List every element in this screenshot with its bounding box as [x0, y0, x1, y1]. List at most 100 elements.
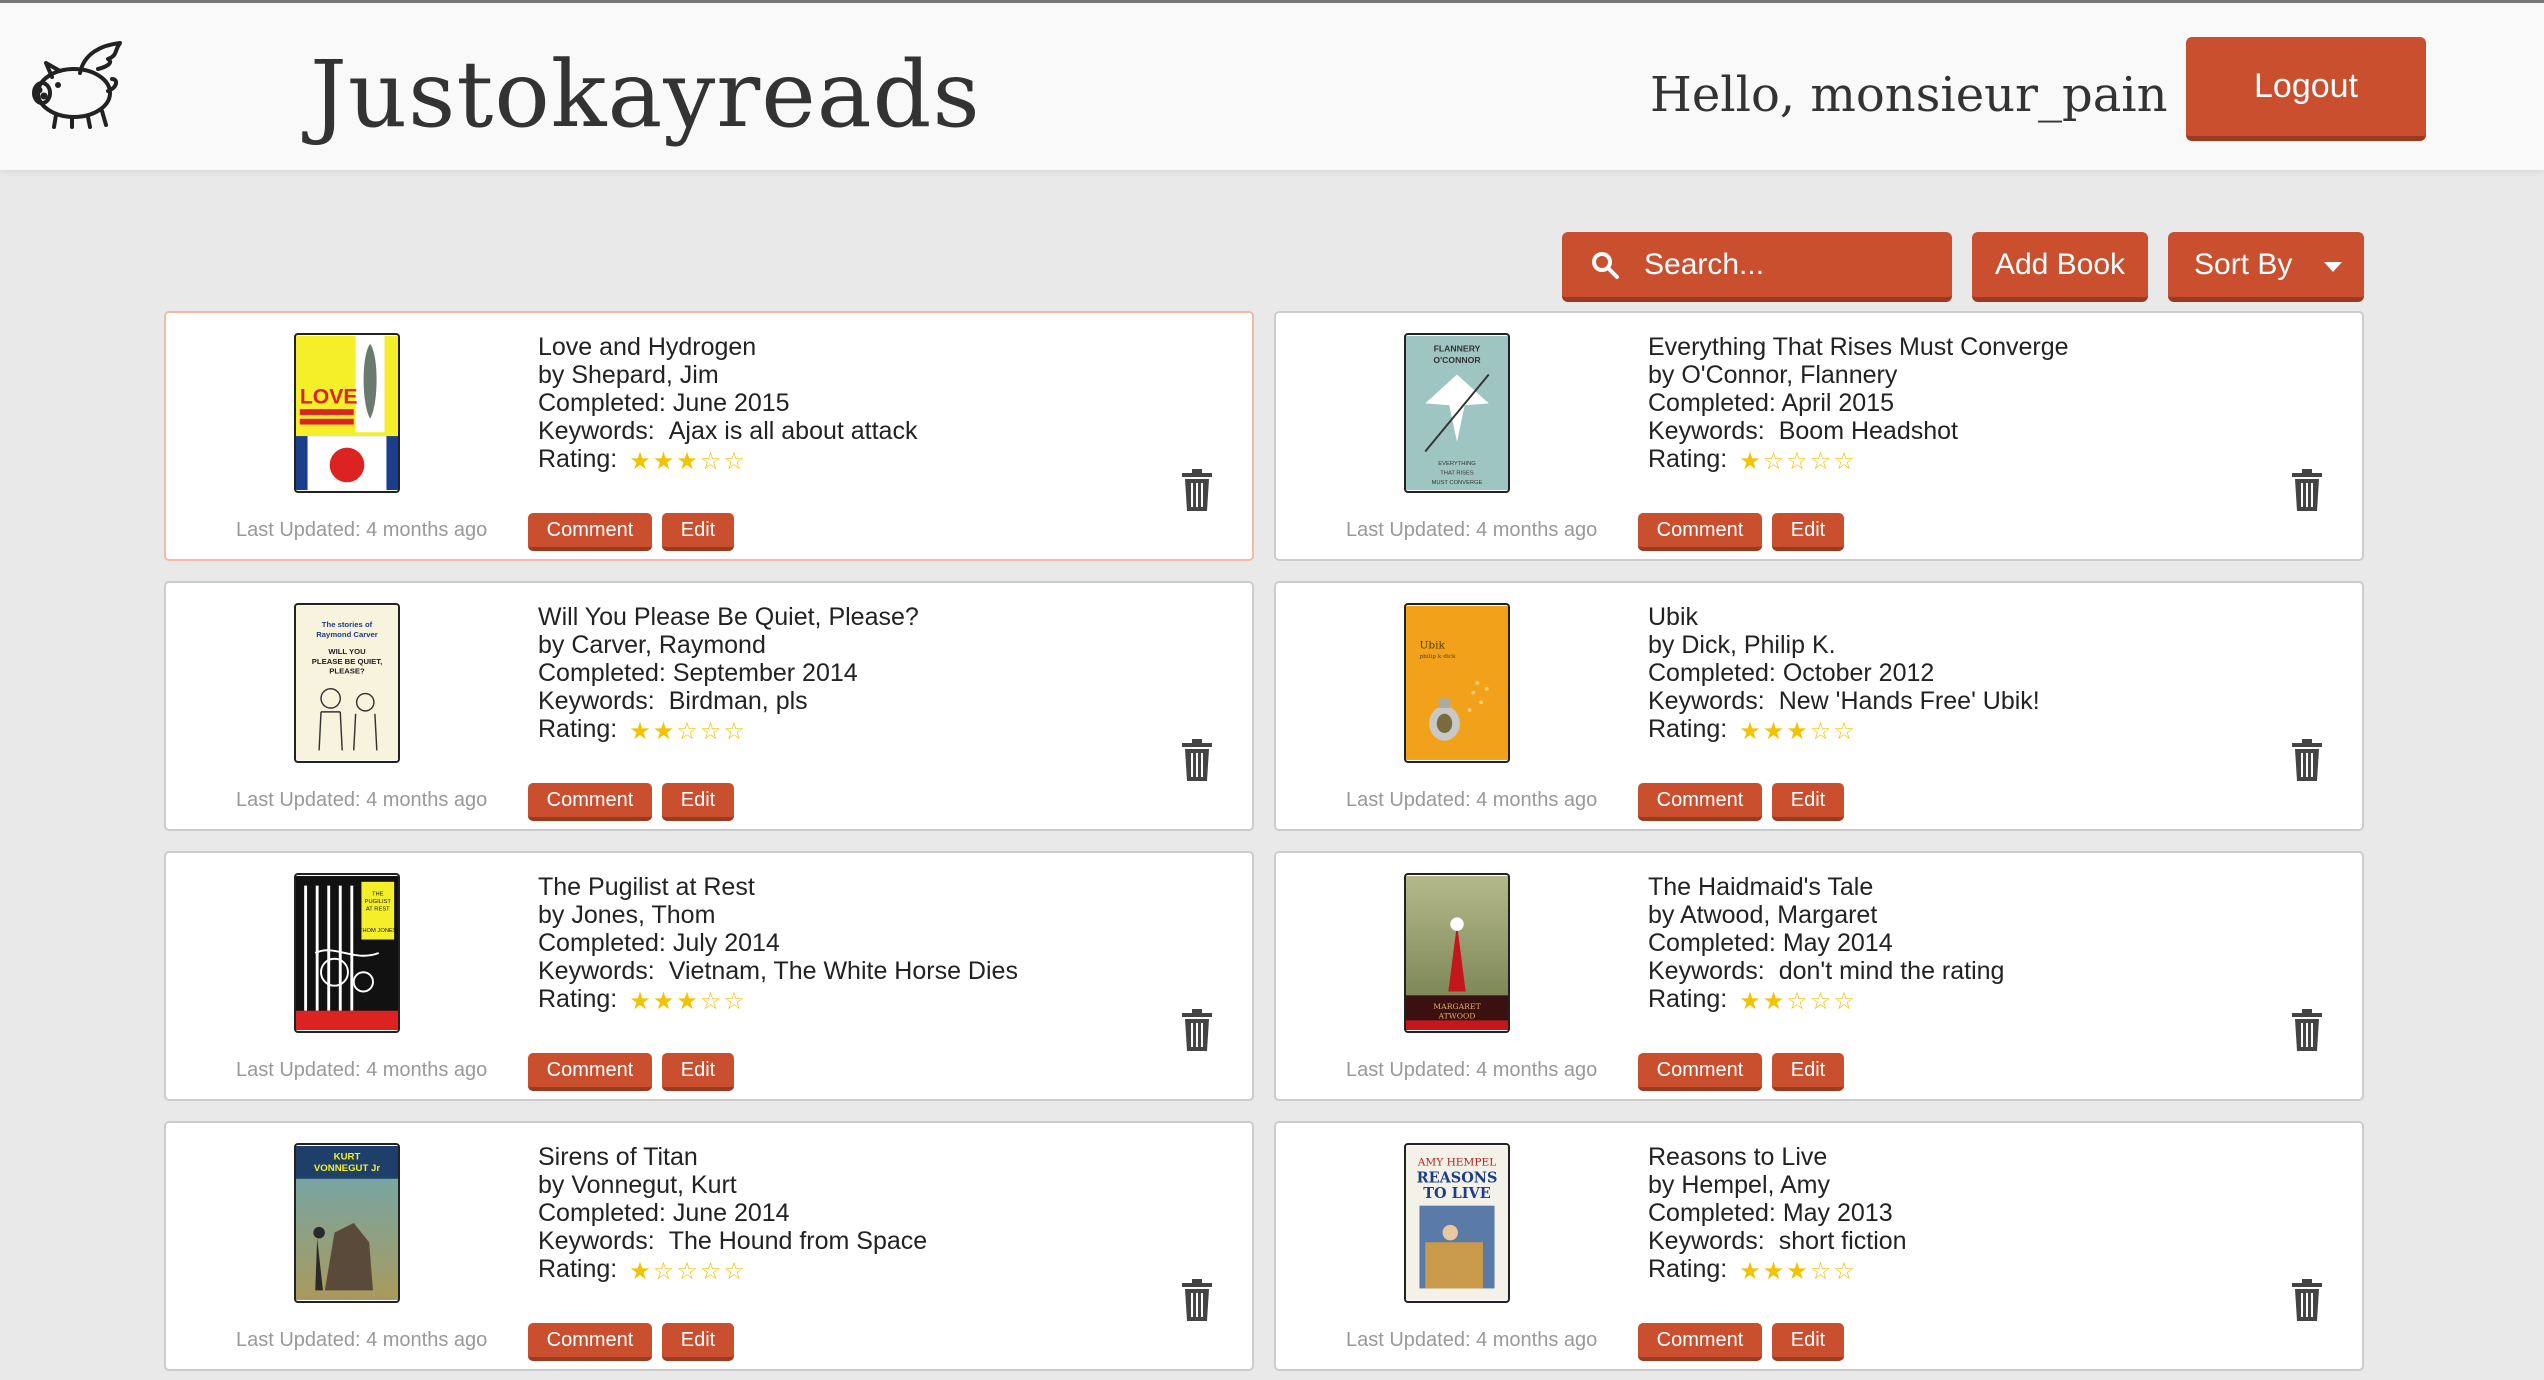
book-cover-image[interactable]: THE PUGILIST AT REST THOM JONES — [294, 873, 400, 1033]
comment-button[interactable]: Comment — [1638, 513, 1762, 551]
book-cover-image[interactable]: AMY HEMPEL REASONS TO LIVE — [1404, 1143, 1510, 1303]
star-filled-icon[interactable]: ★ — [629, 718, 653, 745]
rating-stars[interactable]: ★★★☆☆ — [629, 447, 747, 476]
comment-button[interactable]: Comment — [528, 513, 652, 551]
book-cover-image[interactable]: KURT VONNEGUT Jr — [294, 1143, 400, 1303]
trash-icon[interactable] — [1180, 739, 1214, 781]
trash-icon[interactable] — [2290, 1279, 2324, 1321]
star-empty-icon[interactable]: ☆ — [700, 718, 724, 745]
star-empty-icon[interactable]: ☆ — [700, 448, 724, 475]
comment-button[interactable]: Comment — [528, 1053, 652, 1091]
book-rating: Rating: ★☆☆☆☆ — [1648, 445, 1857, 476]
sort-by-dropdown[interactable]: Sort By — [2168, 232, 2364, 302]
book-cover-image[interactable]: MARGARET ATWOOD — [1404, 873, 1510, 1033]
trash-icon[interactable] — [2290, 1009, 2324, 1051]
edit-button[interactable]: Edit — [1772, 513, 1844, 551]
star-empty-icon[interactable]: ☆ — [1810, 448, 1834, 475]
star-filled-icon[interactable]: ★ — [1739, 988, 1763, 1015]
star-empty-icon[interactable]: ☆ — [1833, 448, 1857, 475]
book-cover-image[interactable]: The stories of Raymond Carver WILL YOU PLEA… — [294, 603, 400, 763]
star-filled-icon[interactable]: ★ — [629, 448, 653, 475]
book-cover-image[interactable]: Ubik philip k dick — [1404, 603, 1510, 763]
svg-text:THE: THE — [372, 891, 384, 897]
trash-icon[interactable] — [2290, 469, 2324, 511]
edit-button[interactable]: Edit — [1772, 1323, 1844, 1361]
star-empty-icon[interactable]: ☆ — [723, 718, 747, 745]
star-empty-icon[interactable]: ☆ — [1810, 1258, 1834, 1285]
star-filled-icon[interactable]: ★ — [1739, 1258, 1763, 1285]
star-empty-icon[interactable]: ☆ — [1763, 448, 1787, 475]
star-empty-icon[interactable]: ☆ — [1786, 448, 1810, 475]
rating-stars[interactable]: ★☆☆☆☆ — [1739, 447, 1857, 476]
book-card[interactable]: THE PUGILIST AT REST THOM JONES The Pugilis… — [164, 851, 1254, 1101]
trash-icon[interactable] — [2290, 739, 2324, 781]
star-filled-icon[interactable]: ★ — [653, 718, 677, 745]
star-filled-icon[interactable]: ★ — [1763, 988, 1787, 1015]
star-filled-icon[interactable]: ★ — [1763, 1258, 1787, 1285]
search-bar[interactable] — [1562, 232, 1952, 302]
book-info: The Haidmaid's Tale by Atwood, Margaret … — [1648, 873, 2004, 1016]
star-empty-icon[interactable]: ☆ — [700, 988, 724, 1015]
star-filled-icon[interactable]: ★ — [1786, 718, 1810, 745]
svg-text:The stories of: The stories of — [322, 620, 373, 629]
book-card[interactable]: LOVE Love and Hydrogen by Shepard, Jim C… — [164, 311, 1254, 561]
comment-button[interactable]: Comment — [528, 1323, 652, 1361]
rating-stars[interactable]: ★★★☆☆ — [1739, 1257, 1857, 1286]
rating-stars[interactable]: ★★★☆☆ — [629, 987, 747, 1016]
star-empty-icon[interactable]: ☆ — [1810, 988, 1834, 1015]
trash-icon[interactable] — [1180, 1279, 1214, 1321]
rating-stars[interactable]: ★☆☆☆☆ — [629, 1257, 747, 1286]
book-card[interactable]: KURT VONNEGUT Jr Sirens of Titan by Vonne… — [164, 1121, 1254, 1371]
app-title[interactable]: Justokayreads — [310, 41, 981, 148]
rating-stars[interactable]: ★★☆☆☆ — [629, 717, 747, 746]
star-empty-icon[interactable]: ☆ — [676, 1258, 700, 1285]
comment-button[interactable]: Comment — [1638, 1053, 1762, 1091]
star-filled-icon[interactable]: ★ — [676, 448, 700, 475]
comment-button[interactable]: Comment — [1638, 1323, 1762, 1361]
star-filled-icon[interactable]: ★ — [653, 448, 677, 475]
trash-icon[interactable] — [1180, 469, 1214, 511]
book-cover-image[interactable]: FLANNERY O'CONNOR EVERYTHING THAT RISES MUST… — [1404, 333, 1510, 493]
comment-button[interactable]: Comment — [1638, 783, 1762, 821]
star-empty-icon[interactable]: ☆ — [1833, 1258, 1857, 1285]
svg-text:PLEASE BE QUIET,: PLEASE BE QUIET, — [312, 657, 382, 666]
star-empty-icon[interactable]: ☆ — [723, 988, 747, 1015]
search-input[interactable] — [1644, 247, 1944, 282]
star-filled-icon[interactable]: ★ — [1786, 1258, 1810, 1285]
star-filled-icon[interactable]: ★ — [1739, 718, 1763, 745]
book-card[interactable]: The stories of Raymond Carver WILL YOU PLEA… — [164, 581, 1254, 831]
star-empty-icon[interactable]: ☆ — [1833, 988, 1857, 1015]
star-empty-icon[interactable]: ☆ — [653, 1258, 677, 1285]
rating-stars[interactable]: ★★☆☆☆ — [1739, 987, 1857, 1016]
star-filled-icon[interactable]: ★ — [629, 1258, 653, 1285]
star-filled-icon[interactable]: ★ — [653, 988, 677, 1015]
star-filled-icon[interactable]: ★ — [676, 988, 700, 1015]
edit-button[interactable]: Edit — [662, 783, 734, 821]
book-card[interactable]: FLANNERY O'CONNOR EVERYTHING THAT RISES MUST… — [1274, 311, 2364, 561]
rating-stars[interactable]: ★★★☆☆ — [1739, 717, 1857, 746]
trash-icon[interactable] — [1180, 1009, 1214, 1051]
star-empty-icon[interactable]: ☆ — [723, 448, 747, 475]
edit-button[interactable]: Edit — [662, 1323, 734, 1361]
book-card[interactable]: MARGARET ATWOOD The Haidmaid's Tale by At… — [1274, 851, 2364, 1101]
flying-pig-icon[interactable] — [22, 39, 132, 131]
star-empty-icon[interactable]: ☆ — [1833, 718, 1857, 745]
star-empty-icon[interactable]: ☆ — [1810, 718, 1834, 745]
edit-button[interactable]: Edit — [1772, 783, 1844, 821]
star-empty-icon[interactable]: ☆ — [700, 1258, 724, 1285]
logout-button[interactable]: Logout — [2186, 37, 2426, 141]
book-cover-image[interactable]: LOVE — [294, 333, 400, 493]
edit-button[interactable]: Edit — [662, 1053, 734, 1091]
edit-button[interactable]: Edit — [1772, 1053, 1844, 1091]
star-empty-icon[interactable]: ☆ — [676, 718, 700, 745]
star-filled-icon[interactable]: ★ — [629, 988, 653, 1015]
star-empty-icon[interactable]: ☆ — [723, 1258, 747, 1285]
book-card[interactable]: AMY HEMPEL REASONS TO LIVE Reasons to Live… — [1274, 1121, 2364, 1371]
book-card[interactable]: Ubik philip k dick Ubik by Dick, Philip K… — [1274, 581, 2364, 831]
star-filled-icon[interactable]: ★ — [1763, 718, 1787, 745]
add-book-button[interactable]: Add Book — [1972, 232, 2148, 302]
comment-button[interactable]: Comment — [528, 783, 652, 821]
edit-button[interactable]: Edit — [662, 513, 734, 551]
star-empty-icon[interactable]: ☆ — [1786, 988, 1810, 1015]
star-filled-icon[interactable]: ★ — [1739, 448, 1763, 475]
